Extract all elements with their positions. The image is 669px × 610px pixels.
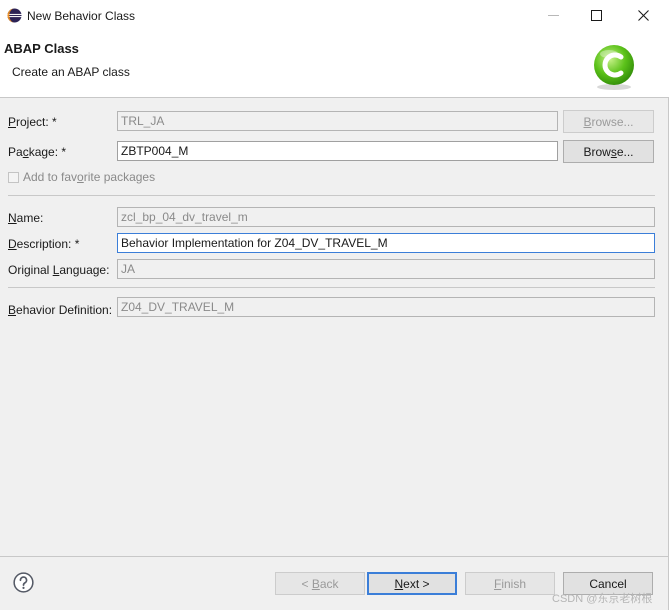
package-browse-button[interactable]: Browse... [563,140,654,163]
name-field [117,207,655,227]
package-label: Package: * [8,145,67,159]
behavior-definition-label: Behavior Definition: [8,303,113,317]
package-field[interactable] [117,141,558,161]
add-to-favorites-label: Add to favorite packages [23,170,156,184]
wizard-title: ABAP Class [4,41,79,56]
project-label: Project: * [8,115,57,129]
maximize-button[interactable] [573,0,619,31]
finish-button: Finish [465,572,555,595]
window-title: New Behavior Class [27,9,136,23]
new-behavior-class-dialog: New Behavior Class ABAP Class Create an … [0,0,669,610]
project-browse-button: Browse... [563,110,654,133]
back-button: < Back [275,572,365,595]
minimize-button[interactable] [530,0,576,31]
description-field[interactable] [117,233,655,253]
project-field [117,111,558,131]
add-to-favorites-checkbox: Add to favorite packages [8,170,155,184]
wizard-header: ABAP Class Create an ABAP class [0,31,669,98]
minimize-icon [547,15,559,16]
checkbox-box [8,171,19,183]
title-bar[interactable]: New Behavior Class [0,0,669,31]
abap-class-wizard-icon [594,45,634,90]
separator [8,287,655,288]
watermark: CSDN @东京老树根 [552,593,653,605]
next-button[interactable]: Next > [367,572,457,595]
close-button[interactable] [620,0,666,31]
help-question-icon[interactable] [13,572,34,593]
eclipse-icon [7,8,22,23]
footer-separator [0,556,669,557]
original-language-field [117,259,655,279]
close-icon [637,10,649,21]
description-label: Description: * [8,237,80,251]
maximize-icon [590,10,602,21]
name-label: Name: [8,211,44,225]
separator [8,195,655,196]
original-language-label: Original Language: [8,263,110,277]
wizard-description: Create an ABAP class [12,65,130,79]
behavior-definition-field [117,297,655,317]
